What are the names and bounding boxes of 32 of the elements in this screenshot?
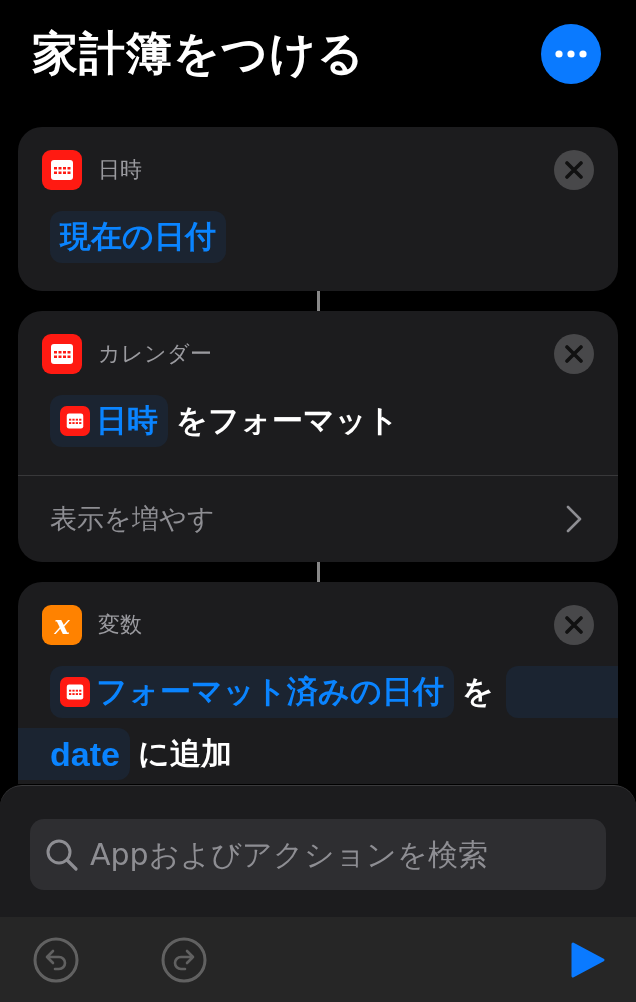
calendar-icon: [42, 150, 82, 190]
action-card[interactable]: カレンダー 日時 をフォーマット 表示を増やす: [18, 311, 618, 562]
action-card[interactable]: 日時 現在の日付: [18, 127, 618, 291]
search-icon: [45, 838, 79, 872]
calendar-icon: [60, 406, 90, 436]
remove-button[interactable]: [554, 150, 594, 190]
action-text: を: [462, 672, 494, 711]
variable-token[interactable]: date: [18, 728, 130, 780]
show-more-row[interactable]: 表示を増やす: [18, 475, 618, 562]
close-icon: [565, 345, 583, 363]
action-card[interactable]: x 変数 フォーマット済みの日付 を date に追加: [18, 582, 618, 784]
calendar-icon: [42, 334, 82, 374]
variable-token[interactable]: 現在の日付: [50, 211, 226, 263]
action-category: カレンダー: [98, 340, 213, 368]
remove-button[interactable]: [554, 605, 594, 645]
action-category: 日時: [98, 156, 143, 184]
remove-button[interactable]: [554, 334, 594, 374]
action-text: に追加: [137, 734, 232, 773]
calendar-icon: [60, 677, 90, 707]
close-icon: [565, 161, 583, 179]
search-field[interactable]: Appおよびアクションを検索: [30, 819, 606, 890]
chevron-icon: [566, 505, 582, 533]
more-button[interactable]: [541, 24, 601, 84]
close-icon: [565, 616, 583, 634]
ellipsis-icon: [555, 50, 587, 58]
variable-token[interactable]: 日時: [50, 395, 168, 447]
play-icon[interactable]: [570, 940, 606, 979]
action-category: 変数: [98, 611, 143, 639]
variable-icon: x: [42, 605, 82, 645]
shortcut-title: 家計簿をつける: [32, 25, 365, 82]
action-text: をフォーマット: [176, 401, 399, 440]
variable-token[interactable]: フォーマット済みの日付: [50, 666, 454, 718]
